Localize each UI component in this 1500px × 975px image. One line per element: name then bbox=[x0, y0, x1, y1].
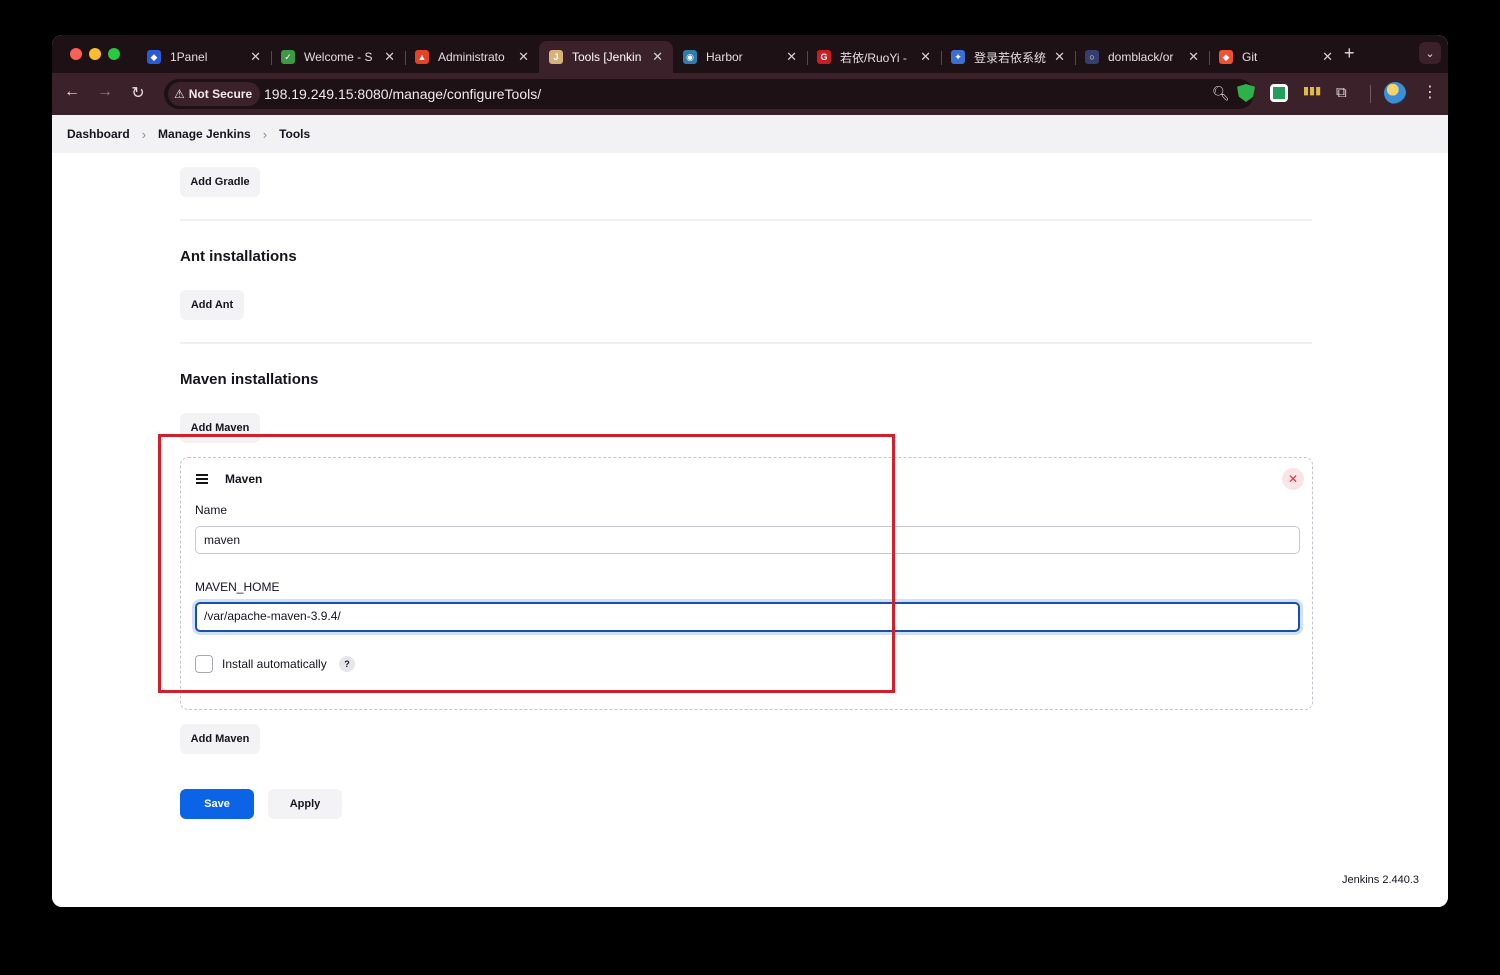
1panel-icon: ◆ bbox=[147, 50, 161, 64]
extensions-puzzle-icon[interactable]: ⧉ bbox=[1336, 84, 1354, 102]
close-tab-icon[interactable]: ✕ bbox=[1188, 49, 1199, 65]
add-ant-button[interactable]: Add Ant bbox=[180, 290, 244, 320]
reload-button[interactable]: ↻ bbox=[128, 83, 148, 103]
tab-title: Git bbox=[1242, 50, 1258, 64]
warning-triangle-icon: ⚠ bbox=[174, 87, 185, 101]
minimize-window-button[interactable] bbox=[89, 48, 101, 60]
close-tab-icon[interactable]: ✕ bbox=[1054, 49, 1065, 65]
chevron-down-icon: ⌄ bbox=[1425, 47, 1435, 60]
browser-tab[interactable]: ◆ 1Panel ✕ bbox=[137, 41, 271, 73]
close-icon: ✕ bbox=[1287, 472, 1299, 486]
annotation-highlight-box bbox=[158, 434, 895, 693]
tab-title: 1Panel bbox=[170, 50, 208, 64]
gitee-icon: G bbox=[817, 50, 831, 64]
tab-title: Tools [Jenkin bbox=[572, 50, 642, 64]
breadcrumb-tools[interactable]: Tools bbox=[279, 127, 310, 141]
tab-title: Administrato bbox=[438, 50, 505, 64]
save-button[interactable]: Save bbox=[180, 789, 254, 819]
close-tab-icon[interactable]: ✕ bbox=[384, 49, 395, 65]
tab-title: 若依/RuoYi - bbox=[840, 50, 907, 65]
zoom-window-button[interactable] bbox=[108, 48, 120, 60]
browser-tab[interactable]: ◉ Harbor ✕ bbox=[673, 41, 807, 73]
tab-bar: ◆ 1Panel ✕ ✓ Welcome - S ✕ ▲ Administrato ✕ J Tool… bbox=[52, 35, 1448, 73]
browser-tab[interactable]: J Tools [Jenkin ✕ bbox=[539, 41, 673, 73]
add-gradle-button[interactable]: Add Gradle bbox=[180, 167, 260, 197]
browser-tab[interactable]: ▲ Administrato ✕ bbox=[405, 41, 539, 73]
forward-button[interactable]: → bbox=[95, 83, 115, 101]
maven-installations-title: Maven installations bbox=[180, 371, 319, 388]
breadcrumb-manage-jenkins[interactable]: Manage Jenkins bbox=[158, 127, 251, 141]
arrow-right-icon: → bbox=[97, 83, 113, 100]
breadcrumb-dashboard[interactable]: Dashboard bbox=[67, 127, 130, 141]
browser-toolbar: ← → ↻ ⚠ Not Secure 198.19.249.15:8080/ma… bbox=[52, 73, 1448, 115]
back-button[interactable]: ← bbox=[62, 83, 82, 101]
jenkins-icon: J bbox=[549, 50, 563, 64]
chevron-right-icon: › bbox=[141, 126, 147, 142]
close-tab-icon[interactable]: ✕ bbox=[786, 49, 797, 65]
tab-title: Welcome - S bbox=[304, 50, 373, 64]
close-tab-icon[interactable]: ✕ bbox=[518, 49, 529, 65]
breadcrumb: Dashboard › Manage Jenkins › Tools bbox=[52, 115, 1448, 153]
zoom-icon[interactable]: 🔍︎ bbox=[1212, 85, 1230, 102]
reload-icon: ↻ bbox=[131, 85, 145, 102]
browser-tab[interactable]: G 若依/RuoYi - ✕ bbox=[807, 41, 941, 73]
github-icon: ○ bbox=[1085, 50, 1099, 64]
tab-title: Harbor bbox=[706, 50, 743, 64]
close-window-button[interactable] bbox=[70, 48, 82, 60]
git-icon: ◆ bbox=[1219, 50, 1233, 64]
browser-tab[interactable]: ✦ 登录若依系统 ✕ bbox=[941, 41, 1075, 73]
ruoyi-icon: ✦ bbox=[951, 50, 965, 64]
tab-title: domblack/or bbox=[1108, 50, 1174, 64]
gitlab-icon: ▲ bbox=[415, 50, 429, 64]
close-tab-icon[interactable]: ✕ bbox=[652, 49, 663, 65]
browser-tab[interactable]: ○ domblack/or ✕ bbox=[1075, 41, 1209, 73]
harbor-icon: ◉ bbox=[683, 50, 697, 64]
jenkins-version[interactable]: Jenkins 2.440.3 bbox=[1342, 874, 1419, 886]
tab-search-button[interactable]: ⌄ bbox=[1419, 42, 1441, 64]
close-tab-icon[interactable]: ✕ bbox=[250, 49, 261, 65]
delete-installation-button[interactable]: ✕ bbox=[1282, 468, 1304, 490]
address-bar[interactable]: ⚠ Not Secure 198.19.249.15:8080/manage/c… bbox=[164, 79, 1255, 109]
chevron-right-icon: › bbox=[262, 126, 268, 142]
add-maven-button-bottom[interactable]: Add Maven bbox=[180, 724, 260, 754]
section-divider bbox=[180, 342, 1312, 344]
toolbar-divider bbox=[1370, 85, 1371, 103]
apply-button[interactable]: Apply bbox=[268, 789, 342, 819]
green-extension-icon[interactable] bbox=[1270, 84, 1288, 102]
ant-installations-title: Ant installations bbox=[180, 248, 297, 265]
security-chip[interactable]: ⚠ Not Secure bbox=[168, 82, 261, 106]
browser-tab[interactable]: ✓ Welcome - S ✕ bbox=[271, 41, 405, 73]
new-tab-button[interactable]: + bbox=[1344, 43, 1355, 64]
tab-title: 登录若依系统 bbox=[974, 50, 1047, 65]
close-tab-icon[interactable]: ✕ bbox=[920, 49, 931, 65]
security-label: Not Secure bbox=[188, 87, 253, 101]
profile-avatar[interactable] bbox=[1384, 82, 1406, 104]
sonarqube-icon: ✓ bbox=[281, 50, 295, 64]
close-tab-icon[interactable]: ✕ bbox=[1322, 49, 1333, 65]
bars-extension-icon[interactable]: ▮▮▮ bbox=[1303, 84, 1321, 102]
url-text[interactable]: 198.19.249.15:8080/manage/configureTools… bbox=[264, 86, 541, 102]
browser-tab[interactable]: ◆ Git ✕ bbox=[1209, 41, 1343, 73]
section-divider bbox=[180, 219, 1312, 221]
browser-menu-icon[interactable]: ⋮ bbox=[1422, 82, 1438, 102]
arrow-left-icon: ← bbox=[64, 83, 80, 100]
